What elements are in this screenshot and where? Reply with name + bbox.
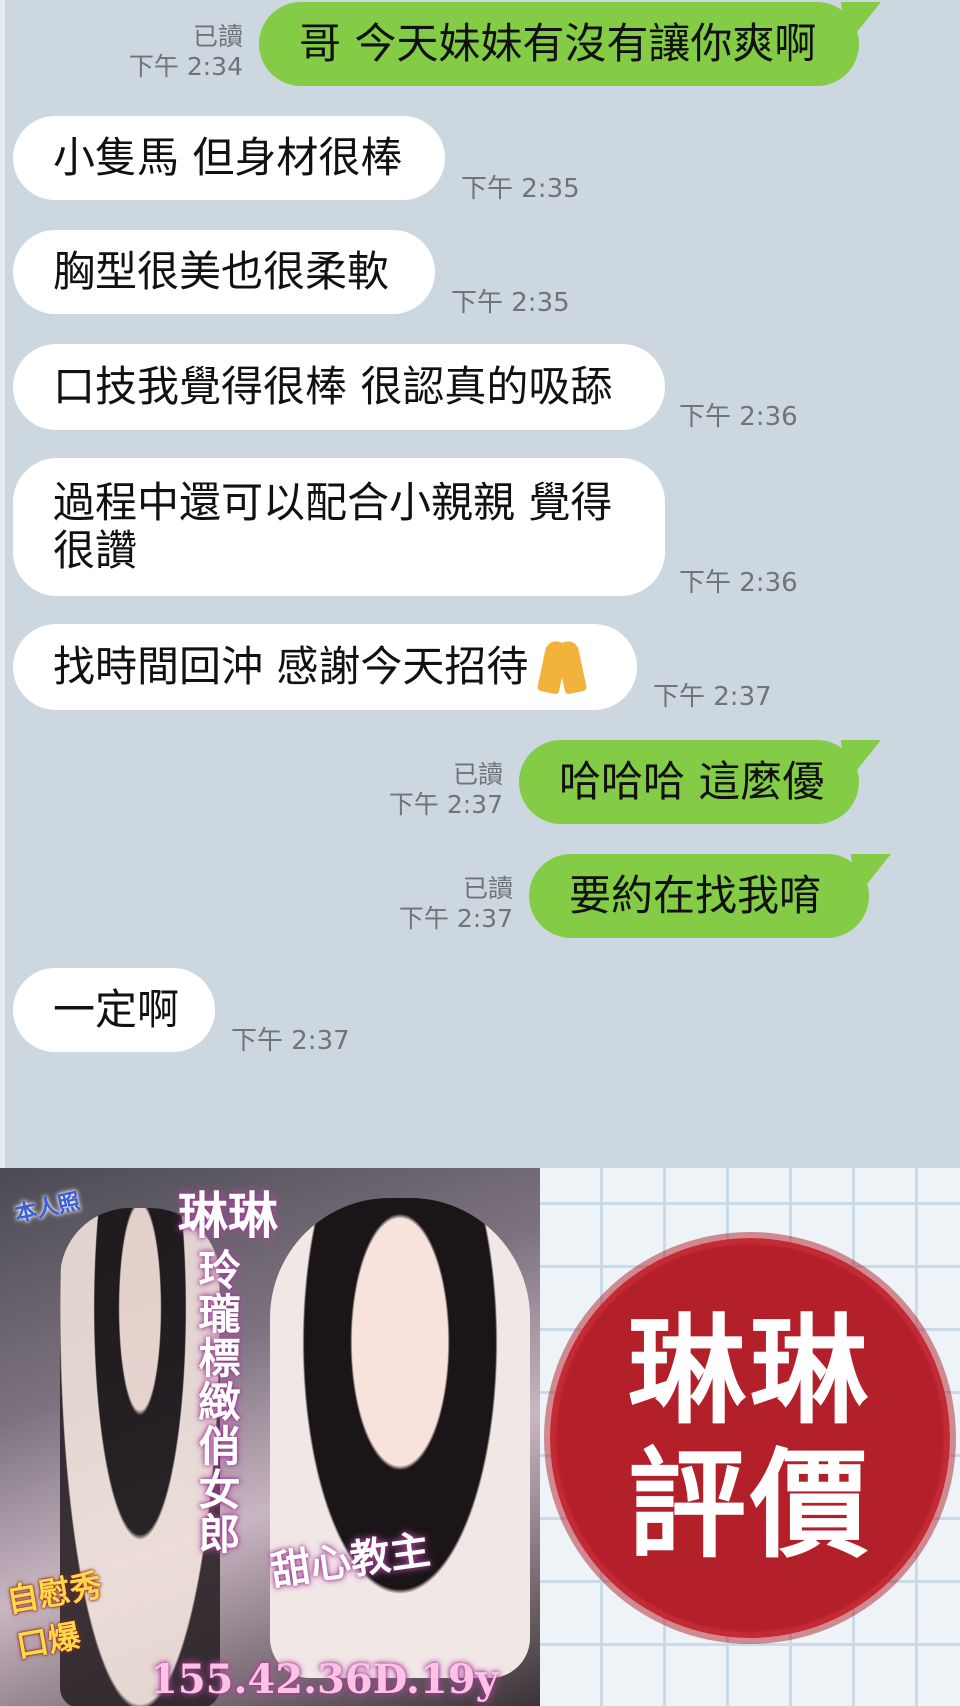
message-time: 下午 2:36 [679,402,798,432]
promo-banner: 本人照 琳琳 玲瓏標緻俏女郎 甜心教主 自慰秀 口爆 155.42.36D.19… [0,1168,960,1706]
review-stamp-panel: 琳琳 評價 [540,1168,960,1706]
outgoing-message[interactable]: 哈哈哈 這麼優 [519,740,859,824]
message-time: 下午 2:35 [451,288,570,318]
folded-hands-icon [534,639,590,695]
read-receipt: 已讀 下午 2:37 [388,760,503,819]
message-text: 哥 今天妹妹有沒有讓你爽啊 [299,19,817,68]
message-time: 下午 2:37 [231,1026,350,1056]
read-receipt: 已讀 下午 2:34 [128,22,243,81]
outgoing-message[interactable]: 要約在找我唷 [529,854,869,938]
message-text: 過程中還可以配合小親親 覺得很讚 [53,478,613,575]
profile-photo: 本人照 琳琳 玲瓏標緻俏女郎 甜心教主 自慰秀 口爆 155.42.36D.19… [0,1168,540,1706]
incoming-message[interactable]: 找時間回沖 感謝今天招待 [13,624,637,710]
read-receipt: 已讀 下午 2:37 [398,874,513,933]
message-text: 口技我覺得很棒 很認真的吸舔 [53,362,613,411]
incoming-message[interactable]: 過程中還可以配合小親親 覺得很讚 [13,458,665,596]
profile-stats: 155.42.36D.19y [150,1656,499,1703]
incoming-message[interactable]: 小隻馬 但身材很棒 [13,116,445,200]
incoming-message[interactable]: 口技我覺得很棒 很認真的吸舔 [13,344,665,430]
message-time: 下午 2:35 [461,174,580,204]
message-text: 要約在找我唷 [569,871,822,920]
photo-portrait [270,1198,530,1678]
message-text: 哈哈哈 這麼優 [559,757,825,806]
incoming-message[interactable]: 一定啊 [13,968,215,1052]
review-stamp: 琳琳 評價 [550,1238,950,1638]
profile-slogan: 玲瓏標緻俏女郎 [192,1248,241,1556]
message-text: 一定啊 [53,985,180,1034]
chat-area: 已讀 下午 2:34 哥 今天妹妹有沒有讓你爽啊 小隻馬 但身材很棒 下午 2:… [0,0,960,1168]
message-text: 找時間回沖 感謝今天招待 [53,642,529,691]
message-text: 小隻馬 但身材很棒 [53,133,403,182]
incoming-message[interactable]: 胸型很美也很柔軟 [13,230,435,314]
photo-badge: 本人照 [12,1188,83,1228]
outgoing-message[interactable]: 哥 今天妹妹有沒有讓你爽啊 [259,2,859,86]
message-text: 胸型很美也很柔軟 [53,247,390,296]
message-time: 下午 2:37 [653,682,772,712]
profile-name: 琳琳 [178,1186,278,1245]
stamp-line: 琳琳 [627,1302,872,1440]
stamp-line: 評價 [627,1436,872,1574]
message-time: 下午 2:36 [679,568,798,598]
